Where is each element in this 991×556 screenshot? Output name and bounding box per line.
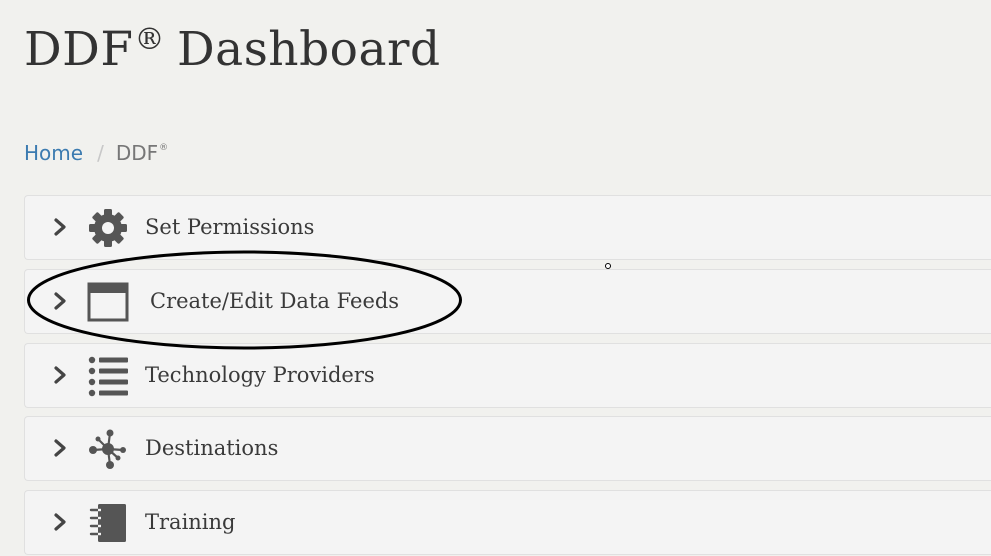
- chevron-right-icon[interactable]: [52, 365, 68, 385]
- panel-label: Set Permissions: [145, 215, 315, 239]
- panel-training[interactable]: Training: [24, 490, 991, 555]
- window-icon: [87, 282, 129, 322]
- network-icon: [89, 429, 126, 469]
- breadcrumb: Home / DDF®: [24, 133, 168, 165]
- chevron-right-icon[interactable]: [52, 217, 68, 237]
- breadcrumb-home-link[interactable]: Home: [24, 141, 83, 165]
- breadcrumb-current-label: DDF: [115, 141, 159, 165]
- breadcrumb-separator: /: [97, 141, 104, 165]
- chevron-right-icon[interactable]: [52, 438, 68, 458]
- panel-set-permissions[interactable]: Set Permissions: [24, 195, 991, 260]
- panel-technology-providers[interactable]: Technology Providers: [24, 343, 991, 408]
- notebook-icon: [89, 504, 126, 542]
- page-title: DDF® Dashboard: [24, 4, 441, 86]
- panel-create-edit-data-feeds[interactable]: Create/Edit Data Feeds: [24, 269, 991, 334]
- list-icon: [88, 356, 128, 397]
- page-title-rest: Dashboard: [176, 22, 441, 77]
- registered-mark: ®: [134, 22, 165, 57]
- panel-label: Technology Providers: [145, 363, 375, 387]
- panel-label: Destinations: [145, 436, 279, 460]
- panel-label: Create/Edit Data Feeds: [150, 289, 400, 313]
- chevron-right-icon[interactable]: [52, 291, 68, 311]
- chevron-right-icon[interactable]: [52, 512, 68, 532]
- breadcrumb-registered-mark: ®: [159, 143, 169, 153]
- page-title-main: DDF: [24, 22, 134, 77]
- panel-destinations[interactable]: Destinations: [24, 416, 991, 481]
- breadcrumb-current: DDF®: [116, 141, 168, 165]
- panel-label: Training: [145, 510, 236, 534]
- gear-icon: [89, 209, 127, 247]
- cursor-marker: [605, 263, 611, 269]
